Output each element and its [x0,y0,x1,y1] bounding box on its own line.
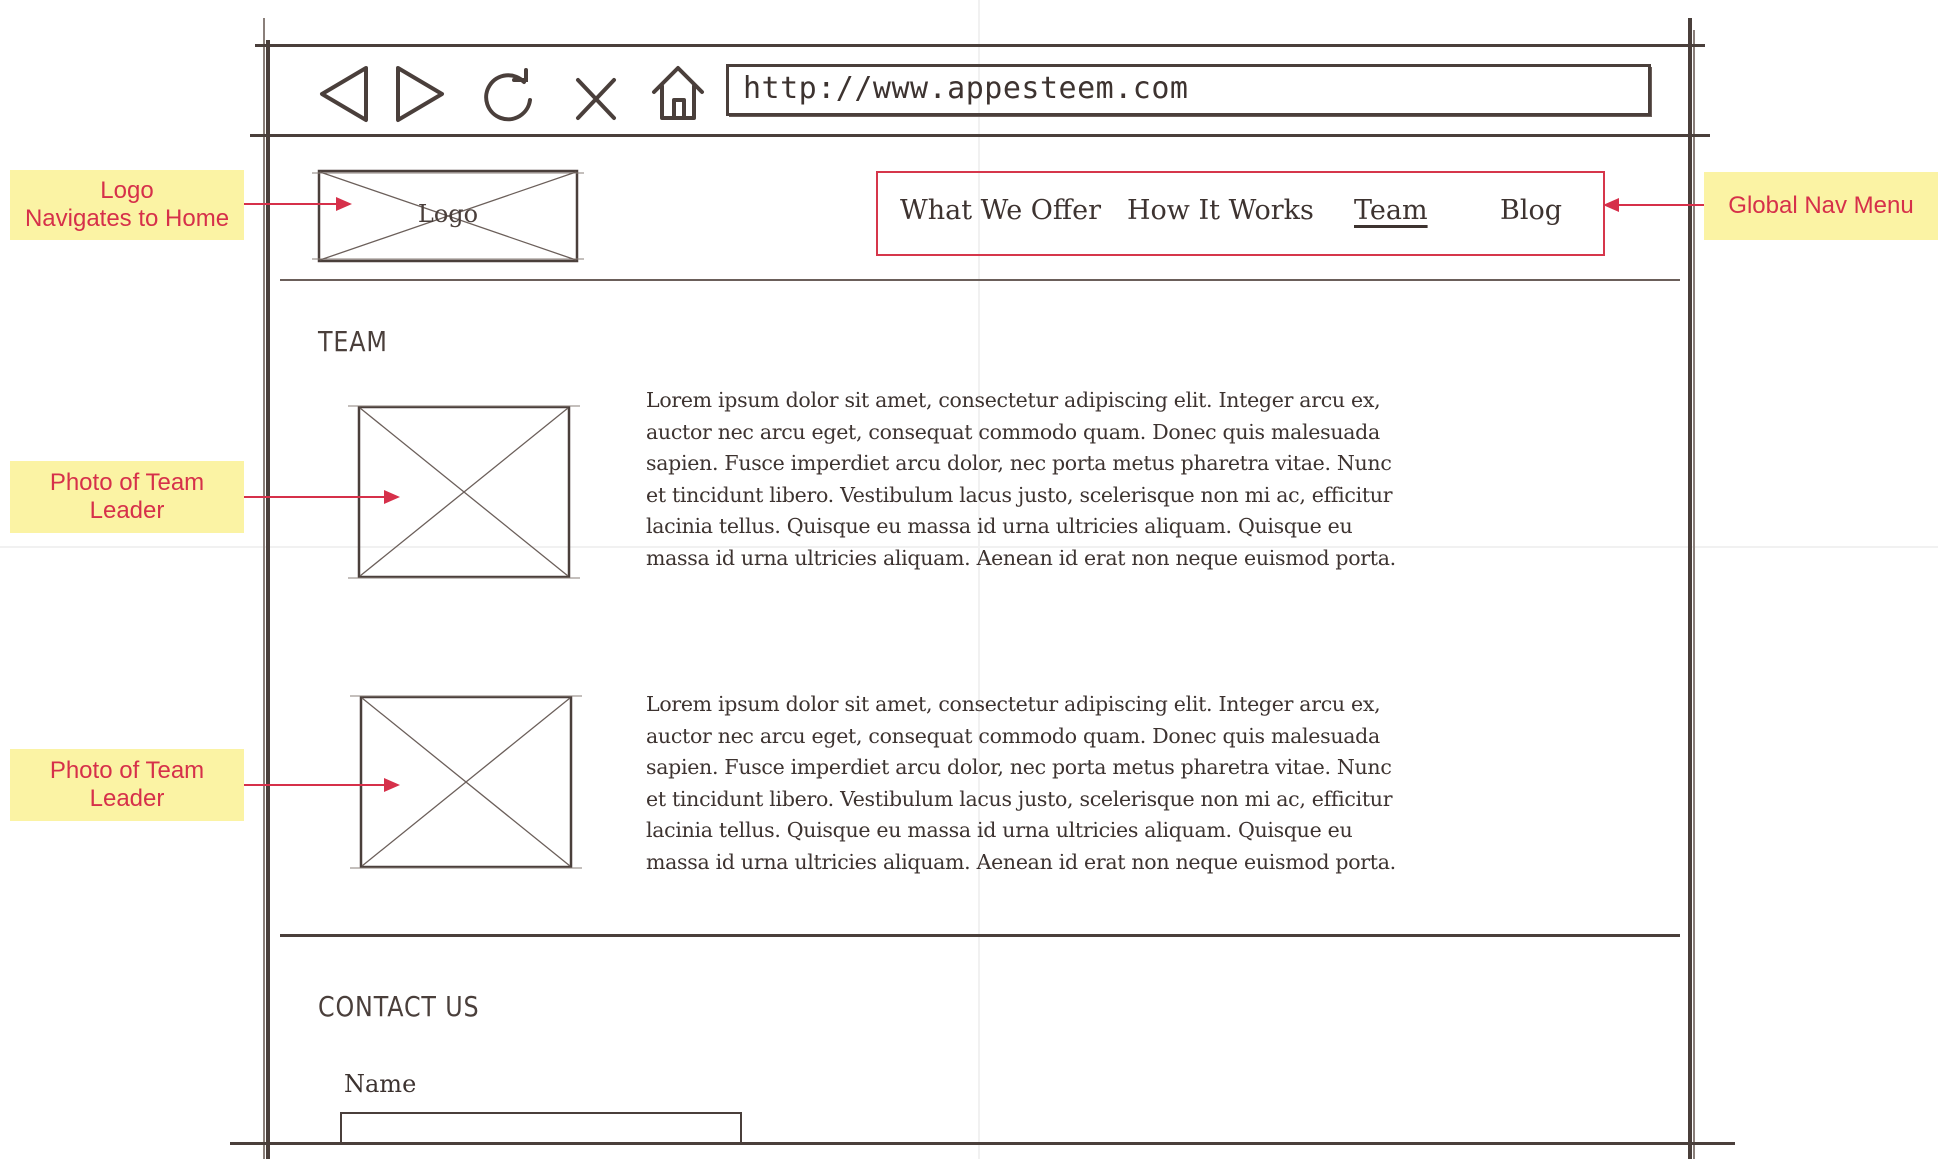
address-bar[interactable]: http://www.appesteem.com [726,64,1651,116]
annotation-logo-arrow [244,203,339,205]
annotation-nav-arrowhead [1603,198,1619,212]
forward-icon[interactable] [392,64,448,124]
back-icon[interactable] [316,64,372,124]
team-bio-1: Lorem ipsum dolor sit amet, consectetur … [646,388,1396,570]
annotation-photo-1: Photo of Team Leader [10,461,244,533]
stop-icon[interactable] [572,74,622,124]
global-nav: What We Offer How It Works Team Blog [876,171,1605,256]
annotation-nav: Global Nav Menu [1704,172,1938,240]
logo-placeholder[interactable]: Logo [312,169,584,263]
annotation-photo-2-arrow [244,784,392,786]
home-icon[interactable] [648,62,708,122]
nav-item-blog[interactable]: Blog [1500,195,1562,226]
nav-item-team[interactable]: Team [1354,195,1428,226]
nav-item-how-it-works[interactable]: How It Works [1127,195,1314,226]
contact-heading: CONTACT US [318,990,480,1023]
nav-item-what-we-offer[interactable]: What We Offer [900,195,1101,226]
annotation-photo-1-arrowhead [384,490,400,504]
logo-label: Logo [417,200,479,228]
annotation-photo-2-arrowhead [384,778,400,792]
url-text: http://www.appesteem.com [743,71,1189,106]
team-bio-2: Lorem ipsum dolor sit amet, consectetur … [646,692,1396,874]
annotation-logo: Logo Navigates to Home [10,170,244,240]
name-label: Name [344,1070,417,1098]
team-heading: TEAM [318,325,388,358]
name-input[interactable] [340,1112,742,1144]
annotation-photo-1-arrow [244,496,392,498]
annotation-photo-2: Photo of Team Leader [10,749,244,821]
annotation-nav-arrow [1616,204,1704,206]
annotation-logo-arrowhead [336,197,352,211]
reload-icon[interactable] [480,66,540,122]
